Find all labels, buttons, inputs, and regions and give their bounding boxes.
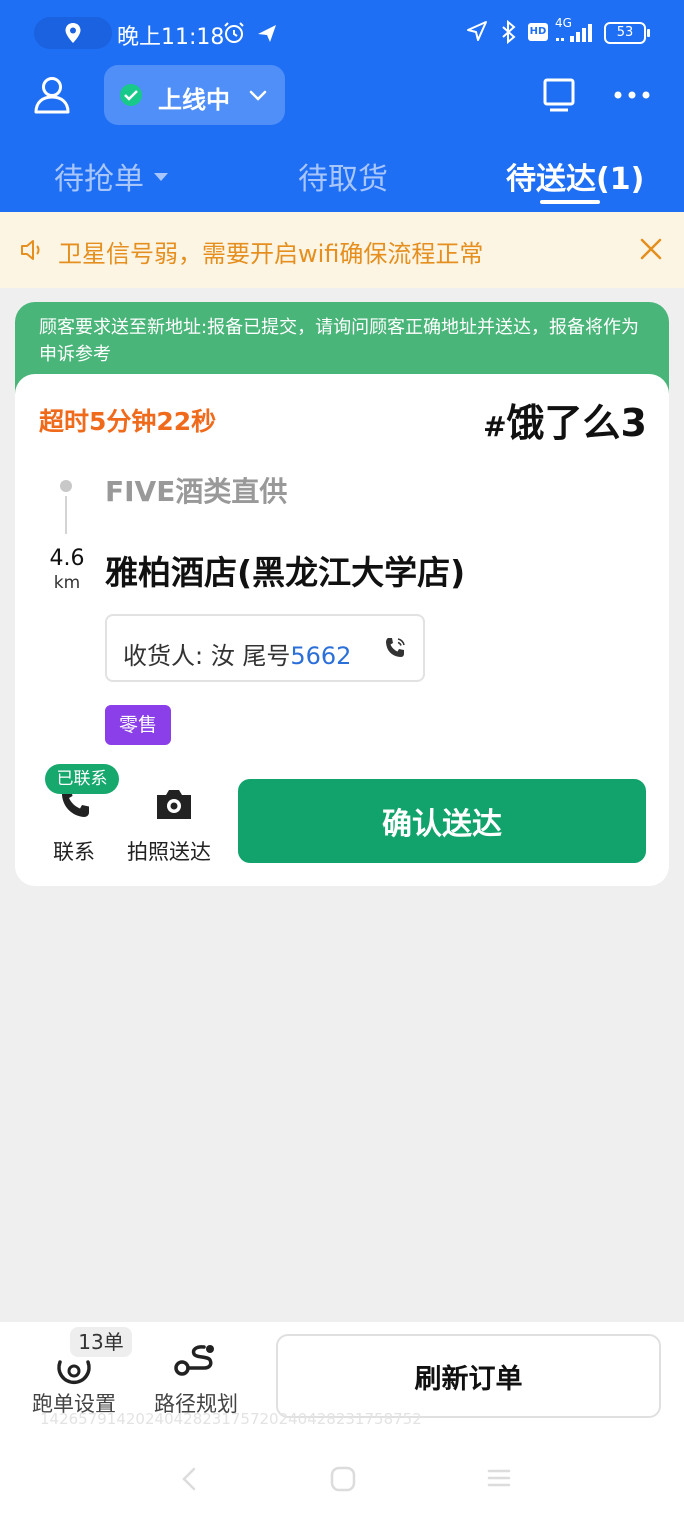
- tab-pickup-label: 待取货: [298, 162, 388, 197]
- receiver-label: 收货人: 汝 尾号: [123, 642, 291, 670]
- app-header: 晚上11:18 HD 4G 53 上线中 待抢单 待取货 待送达(1): [0, 0, 684, 212]
- order-number: #饿了么3: [483, 392, 647, 447]
- chevron-down-icon: [249, 90, 267, 101]
- run-settings-icon: [57, 1360, 91, 1385]
- distance: 4.6 km: [45, 546, 89, 593]
- online-status-dropdown[interactable]: 上线中: [104, 65, 285, 125]
- contact-label[interactable]: 联系: [53, 836, 95, 866]
- bluetooth-icon: [502, 20, 516, 44]
- order-count-badge: 13单: [70, 1327, 132, 1357]
- bottom-action-bar: 13单 跑单设置 路径规划 刷新订单 142657914202404282317…: [0, 1322, 684, 1520]
- speaker-icon: [21, 240, 40, 260]
- phone-call-icon: [386, 638, 405, 657]
- signal-icon: [556, 24, 592, 42]
- nav-back-icon[interactable]: [180, 1466, 198, 1492]
- distance-value: 4.6: [49, 546, 85, 571]
- notice-text: 顾客要求送至新地址:报备已提交，请询问顾客正确地址并送达，报备将作为申诉参考: [39, 317, 640, 365]
- gps-arrow-icon: [467, 21, 487, 41]
- camera-icon[interactable]: [154, 786, 194, 822]
- close-icon[interactable]: [638, 236, 664, 262]
- active-tab-indicator: [540, 200, 600, 204]
- location-pin-icon: [65, 23, 81, 43]
- shop-name: FIVE酒类直供: [105, 475, 288, 508]
- confirm-delivery-button[interactable]: 确认送达: [238, 779, 646, 863]
- route-planning-icon[interactable]: [174, 1342, 218, 1378]
- tab-delivering[interactable]: 待送达(1): [506, 154, 644, 198]
- distance-unit: km: [53, 573, 81, 593]
- hd-icon: HD: [528, 23, 548, 41]
- timeout-text: 超时5分钟22秒: [39, 407, 217, 436]
- photo-delivery-label[interactable]: 拍照送达: [127, 836, 211, 866]
- pickup-dot: [60, 480, 72, 492]
- signal-warning-banner: 卫星信号弱，需要开启wifi确保流程正常: [0, 212, 684, 288]
- refresh-orders-button[interactable]: 刷新订单: [276, 1334, 661, 1418]
- order-card[interactable]: 超时5分钟22秒 #饿了么3 FIVE酒类直供 4.6 km 雅柏酒店(黑龙江大…: [15, 374, 669, 886]
- online-check-icon: [120, 84, 142, 106]
- status-bar: 晚上11:18 HD 4G 53: [0, 0, 684, 66]
- nav-home-icon[interactable]: [330, 1466, 356, 1492]
- contacted-badge: 已联系: [45, 764, 119, 794]
- more-menu-icon[interactable]: [614, 90, 650, 100]
- order-hash: #: [483, 410, 507, 443]
- tab-grab-label: 待抢单: [54, 162, 144, 197]
- send-status-icon: [258, 25, 276, 42]
- warning-text: 卫星信号弱，需要开启wifi确保流程正常: [58, 240, 484, 268]
- status-time: 晚上11:18: [117, 25, 225, 50]
- battery-icon: 53: [604, 22, 650, 44]
- tab-delivering-label: 待送达(1): [506, 162, 645, 197]
- order-platform-number: 饿了么3: [506, 401, 647, 445]
- online-status-label: 上线中: [158, 86, 230, 114]
- destination-name: 雅柏酒店(黑龙江大学店): [105, 553, 466, 592]
- receiver-phone-tail: 5662: [290, 642, 352, 670]
- nav-menu-icon[interactable]: [487, 1468, 511, 1488]
- route-line: [65, 496, 67, 534]
- tab-grab-orders[interactable]: 待抢单: [54, 154, 168, 198]
- location-pill: [34, 17, 112, 49]
- user-profile-icon[interactable]: [32, 74, 72, 114]
- order-tabs: 待抢单 待取货 待送达(1): [0, 152, 684, 208]
- receiver-info: 收货人: 汝 尾号5662: [123, 636, 351, 671]
- order-id-watermark: 1426579142024042823175720240428231758752: [40, 1410, 422, 1428]
- receiver-call-box[interactable]: 收货人: 汝 尾号5662: [105, 614, 425, 682]
- caret-down-icon: [154, 172, 168, 181]
- retail-tag: 零售: [105, 705, 171, 745]
- scan-device-icon[interactable]: [542, 78, 576, 112]
- alarm-icon: [224, 22, 244, 43]
- tab-pickup[interactable]: 待取货: [298, 154, 388, 198]
